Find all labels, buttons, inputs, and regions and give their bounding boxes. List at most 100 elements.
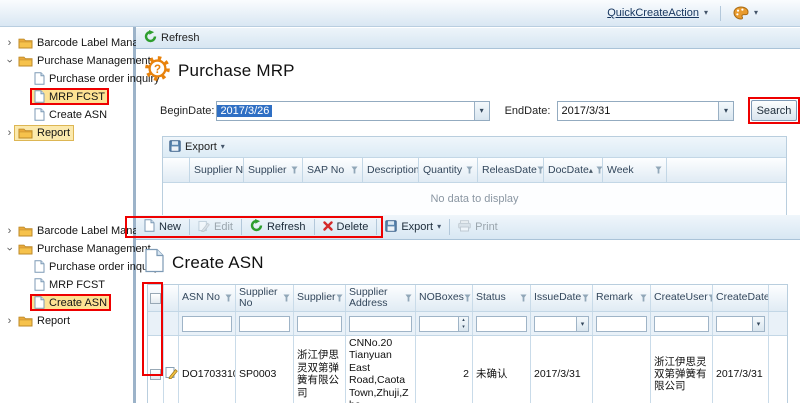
row-checkbox[interactable]	[150, 369, 161, 380]
separator	[314, 219, 315, 235]
table-row[interactable]: DO1703310002SP0003浙江伊思灵双第弹簧有限公司CNNo.20 T…	[148, 336, 787, 403]
chevron-down-icon[interactable]: ▾	[437, 223, 441, 231]
filter-input-remark[interactable]	[597, 317, 646, 331]
sidebar-item-purchase-order-inquiry[interactable]: Purchase order inquiry	[30, 70, 133, 87]
filter-input-createuser[interactable]	[655, 317, 708, 331]
select-all-checkbox-cell	[148, 285, 164, 311]
column-header-noboxes[interactable]: NOBoxes	[416, 285, 473, 311]
row-edit-cell	[164, 336, 179, 403]
folder-icon	[18, 225, 33, 237]
sidebar-item-mrp-fcst[interactable]: MRP FCST	[30, 276, 133, 293]
column-header-description[interactable]: Description	[363, 158, 419, 182]
chevron-collapsed-icon[interactable]: ›	[5, 127, 14, 139]
chevron-down-icon[interactable]: ▾	[718, 102, 733, 120]
grid-toolbar: Export ▾	[163, 137, 786, 158]
column-header-docdate[interactable]: DocDate▴	[544, 158, 603, 182]
filter-input-supplier-no[interactable]	[240, 317, 289, 331]
column-header-supplier[interactable]: Supplier	[244, 158, 303, 182]
chevron-down-icon[interactable]: ▾	[704, 9, 708, 17]
filter-icon[interactable]	[640, 294, 647, 302]
filter-input-createdate[interactable]	[717, 317, 752, 331]
column-header-sap-no[interactable]: SAP No	[303, 158, 363, 182]
sidebar-item-purchase-order-inquiry[interactable]: Purchase order inquiry	[30, 258, 133, 275]
chevron-down-icon[interactable]: ▾	[576, 317, 588, 331]
filter-input-supplier[interactable]	[298, 317, 341, 331]
begin-date-input[interactable]: 2017/3/26 ▾	[216, 101, 489, 121]
column-header-releasdate[interactable]: ReleasDate	[478, 158, 544, 182]
search-button[interactable]: Search	[751, 100, 797, 121]
refresh-button[interactable]: Refresh	[161, 32, 200, 44]
refresh-button[interactable]: Refresh	[244, 216, 312, 238]
chevron-down-icon[interactable]: ▾	[474, 102, 489, 120]
column-header-week[interactable]: Week	[603, 158, 667, 182]
column-header-remark[interactable]: Remark	[593, 285, 651, 311]
filter-icon[interactable]	[596, 166, 603, 174]
edit-row-icon[interactable]	[165, 366, 178, 382]
sidebar-item-mrp-fcst[interactable]: MRP FCST	[30, 88, 133, 105]
filter-icon[interactable]	[283, 294, 290, 302]
new-button[interactable]: New	[138, 216, 187, 238]
sidebar-item-purchase-management[interactable]: ›Purchase Management	[2, 52, 133, 69]
theme-palette-icon[interactable]	[733, 6, 749, 20]
export-icon	[169, 140, 181, 155]
select-all-checkbox[interactable]	[150, 293, 161, 304]
page-icon	[34, 260, 45, 273]
column-header-supplier-no[interactable]: Supplier No	[236, 285, 294, 311]
sidebar-item-report[interactable]: ›Report	[2, 312, 133, 329]
column-header-quantity[interactable]: Quantity	[419, 158, 478, 182]
filter-icon[interactable]	[405, 294, 412, 302]
export-button[interactable]: Export▾	[379, 217, 447, 238]
chevron-collapsed-icon[interactable]: ›	[5, 315, 14, 327]
chevron-collapsed-icon[interactable]: ›	[5, 225, 14, 237]
column-header-createuser[interactable]: CreateUser	[651, 285, 713, 311]
filter-input-supplier-address[interactable]	[350, 317, 411, 331]
column-header-asn-no[interactable]: ASN No	[179, 285, 236, 311]
chevron-expanded-icon[interactable]: ›	[4, 244, 16, 253]
sidebar-item-purchase-management[interactable]: ›Purchase Management	[2, 240, 133, 257]
end-date-input[interactable]: 2017/3/31 ▾	[557, 101, 734, 121]
spinner-buttons[interactable]: ▴▾	[458, 317, 468, 331]
filter-icon[interactable]	[291, 166, 298, 174]
column-header-issuedate[interactable]: IssueDate	[531, 285, 593, 311]
chevron-expanded-icon[interactable]: ›	[4, 56, 16, 65]
sidebar-item-barcode-label-management[interactable]: ›Barcode Label Management	[2, 222, 133, 239]
quick-create-action-link[interactable]: QuickCreateAction	[607, 7, 699, 19]
chevron-down-icon[interactable]: ▾	[752, 317, 764, 331]
filter-icon[interactable]	[655, 166, 662, 174]
chevron-collapsed-icon[interactable]: ›	[5, 37, 14, 49]
filter-input-asn-no[interactable]	[183, 317, 231, 331]
sidebar-item-barcode-label-management[interactable]: ›Barcode Label Management	[2, 34, 133, 51]
filter-input-noboxes[interactable]	[420, 317, 458, 331]
filter-input-issuedate[interactable]	[535, 317, 576, 331]
filter-icon[interactable]	[520, 294, 527, 302]
sidebar-item-report[interactable]: ›Report	[2, 124, 133, 141]
column-header-status[interactable]: Status	[473, 285, 531, 311]
filter-icon[interactable]	[464, 294, 471, 302]
delete-button[interactable]: Delete	[317, 218, 375, 237]
filter-icon[interactable]	[225, 294, 232, 302]
folder-icon	[18, 127, 33, 139]
filter-icon[interactable]	[582, 294, 589, 302]
filter-icon[interactable]	[336, 294, 343, 302]
filter-icon[interactable]	[351, 166, 358, 174]
column-header-supplier[interactable]: Supplier	[294, 285, 346, 311]
folder-icon	[18, 243, 33, 255]
column-header-supplier-address[interactable]: Supplier Address	[346, 285, 416, 311]
cell-asn-no: DO1703310002	[179, 336, 236, 403]
begin-date-label: BeginDate:	[160, 105, 214, 117]
navigation-tree-bottom: ›Barcode Label Management›Purchase Manag…	[0, 213, 136, 403]
chevron-down-icon[interactable]: ▾	[221, 143, 225, 151]
column-header-supplier-no[interactable]: Supplier No	[190, 158, 244, 182]
cell-createdate: 2017/3/31	[713, 336, 769, 403]
filter-icon[interactable]	[466, 166, 473, 174]
screenshot-root: QuickCreateAction ▾ ▾ ›Barcode Label Man…	[0, 0, 800, 403]
chevron-down-icon[interactable]: ▾	[754, 9, 758, 17]
column-header-createdate[interactable]: CreateDate▾	[713, 285, 769, 311]
sidebar-item-create-asn[interactable]: Create ASN	[30, 106, 133, 123]
delete-icon	[323, 221, 333, 234]
column-header-filler	[667, 158, 786, 182]
filter-input-status[interactable]	[477, 317, 526, 331]
export-button[interactable]: Export	[185, 141, 217, 153]
sidebar-item-create-asn[interactable]: Create ASN	[30, 294, 133, 311]
filter-icon[interactable]	[537, 166, 544, 174]
